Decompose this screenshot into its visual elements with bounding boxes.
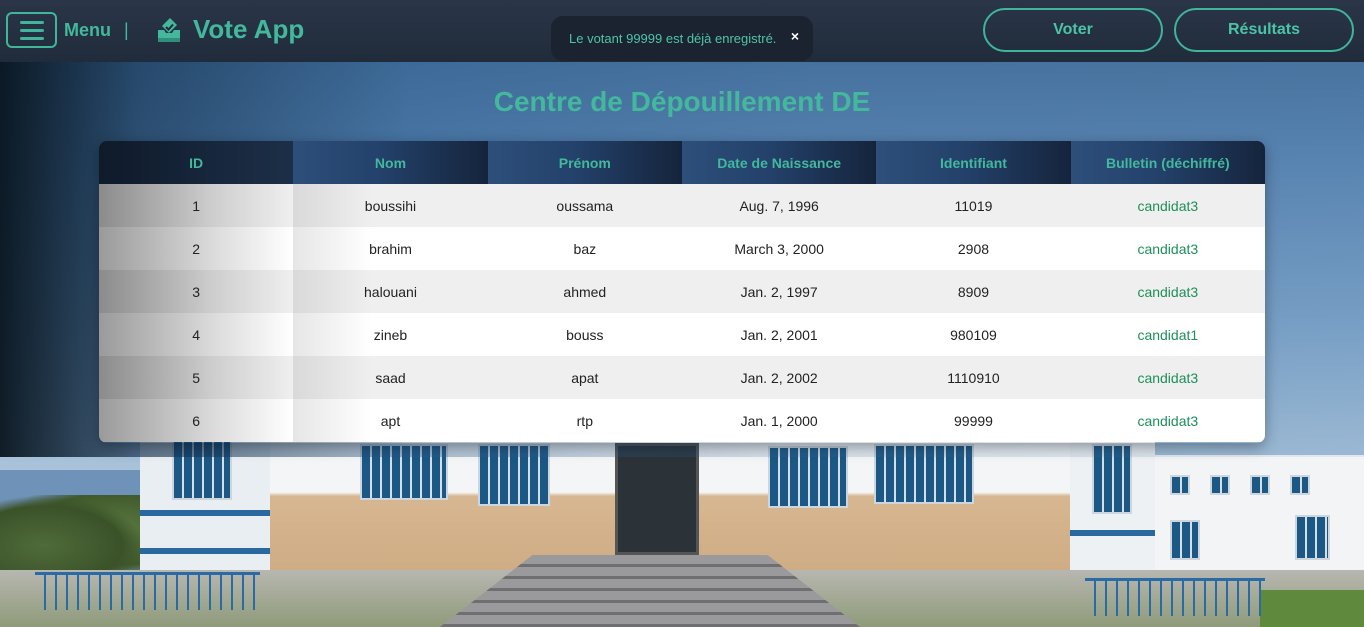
cell-date: Jan. 2, 1997 (681, 270, 877, 313)
cell-date: Aug. 7, 1996 (681, 184, 877, 227)
page-title: Centre de Dépouillement DE (493, 86, 871, 117)
cell-nom: halouani (293, 270, 488, 313)
table-row: 6 apt rtp Jan. 1, 2000 99999 candidat3 (99, 399, 1265, 442)
results-table: ID Nom Prénom Date de Naissance Identifi… (99, 141, 1265, 443)
far-building (1150, 455, 1364, 573)
cell-bulletin: candidat3 (1070, 270, 1265, 313)
cell-nom: boussihi (293, 184, 488, 227)
results-button[interactable]: Résultats (1174, 8, 1354, 52)
cell-identifiant: 2908 (876, 227, 1071, 270)
toast-notification: Le votant 99999 est déjà enregistré. × (551, 16, 813, 61)
table-row: 3 halouani ahmed Jan. 2, 1997 8909 candi… (99, 270, 1265, 313)
cell-nom: apt (293, 399, 488, 442)
table-row: 5 saad apat Jan. 2, 2002 1110910 candida… (99, 356, 1265, 399)
cell-id: 3 (99, 270, 294, 313)
cell-prenom: apat (487, 356, 682, 399)
trees (0, 495, 145, 580)
cell-prenom: rtp (487, 399, 682, 442)
menu-toggle-button[interactable] (6, 12, 57, 48)
header-prenom: Prénom (487, 141, 682, 184)
cell-id: 5 (99, 356, 294, 399)
nav-separator: | (124, 20, 129, 40)
header-id: ID (99, 141, 294, 184)
cell-identifiant: 99999 (876, 399, 1071, 442)
brand-link[interactable]: Vote App (155, 14, 304, 45)
cell-bulletin: candidat3 (1070, 356, 1265, 399)
cell-prenom: ahmed (487, 270, 682, 313)
app-title: Vote App (193, 14, 305, 44)
cell-bulletin: candidat3 (1070, 184, 1265, 227)
cell-nom: brahim (293, 227, 488, 270)
cell-date: Jan. 2, 2001 (681, 313, 877, 356)
header-bulletin: Bulletin (déchiffré) (1070, 141, 1265, 184)
cell-nom: zineb (293, 313, 488, 356)
cell-id: 1 (99, 184, 294, 227)
table-row: 4 zineb bouss Jan. 2, 2001 980109 candid… (99, 313, 1265, 356)
grass (1260, 590, 1364, 627)
ballot-box-icon (158, 17, 180, 42)
right-railing (1085, 578, 1265, 616)
left-railing (35, 572, 260, 610)
table-header-row: ID Nom Prénom Date de Naissance Identifi… (99, 141, 1265, 184)
cell-date: March 3, 2000 (681, 227, 877, 270)
header-nom: Nom (293, 141, 488, 184)
cell-bulletin: candidat1 (1070, 313, 1265, 356)
cell-identifiant: 8909 (876, 270, 1071, 313)
entrance-door (615, 443, 699, 555)
toast-message: Le votant 99999 est déjà enregistré. (569, 31, 777, 46)
table-row: 2 brahim baz March 3, 2000 2908 candidat… (99, 227, 1265, 270)
cell-prenom: oussama (487, 184, 682, 227)
cell-date: Jan. 1, 2000 (681, 399, 877, 442)
table-row: 1 boussihi oussama Aug. 7, 1996 11019 ca… (99, 184, 1265, 227)
header-date-naissance: Date de Naissance (681, 141, 877, 184)
cell-identifiant: 980109 (876, 313, 1071, 356)
cell-date: Jan. 2, 2002 (681, 356, 877, 399)
cell-identifiant: 11019 (876, 184, 1071, 227)
menu-label[interactable]: Menu (64, 20, 111, 41)
cell-id: 2 (99, 227, 294, 270)
cell-id: 6 (99, 399, 294, 442)
cell-nom: saad (293, 356, 488, 399)
cell-prenom: baz (487, 227, 682, 270)
cell-prenom: bouss (487, 313, 682, 356)
cell-bulletin: candidat3 (1070, 399, 1265, 442)
cell-id: 4 (99, 313, 294, 356)
cell-bulletin: candidat3 (1070, 227, 1265, 270)
voter-button[interactable]: Voter (983, 8, 1163, 52)
cell-identifiant: 1110910 (876, 356, 1071, 399)
close-icon[interactable]: × (791, 28, 799, 44)
hamburger-icon (19, 20, 44, 24)
header-identifiant: Identifiant (876, 141, 1071, 184)
